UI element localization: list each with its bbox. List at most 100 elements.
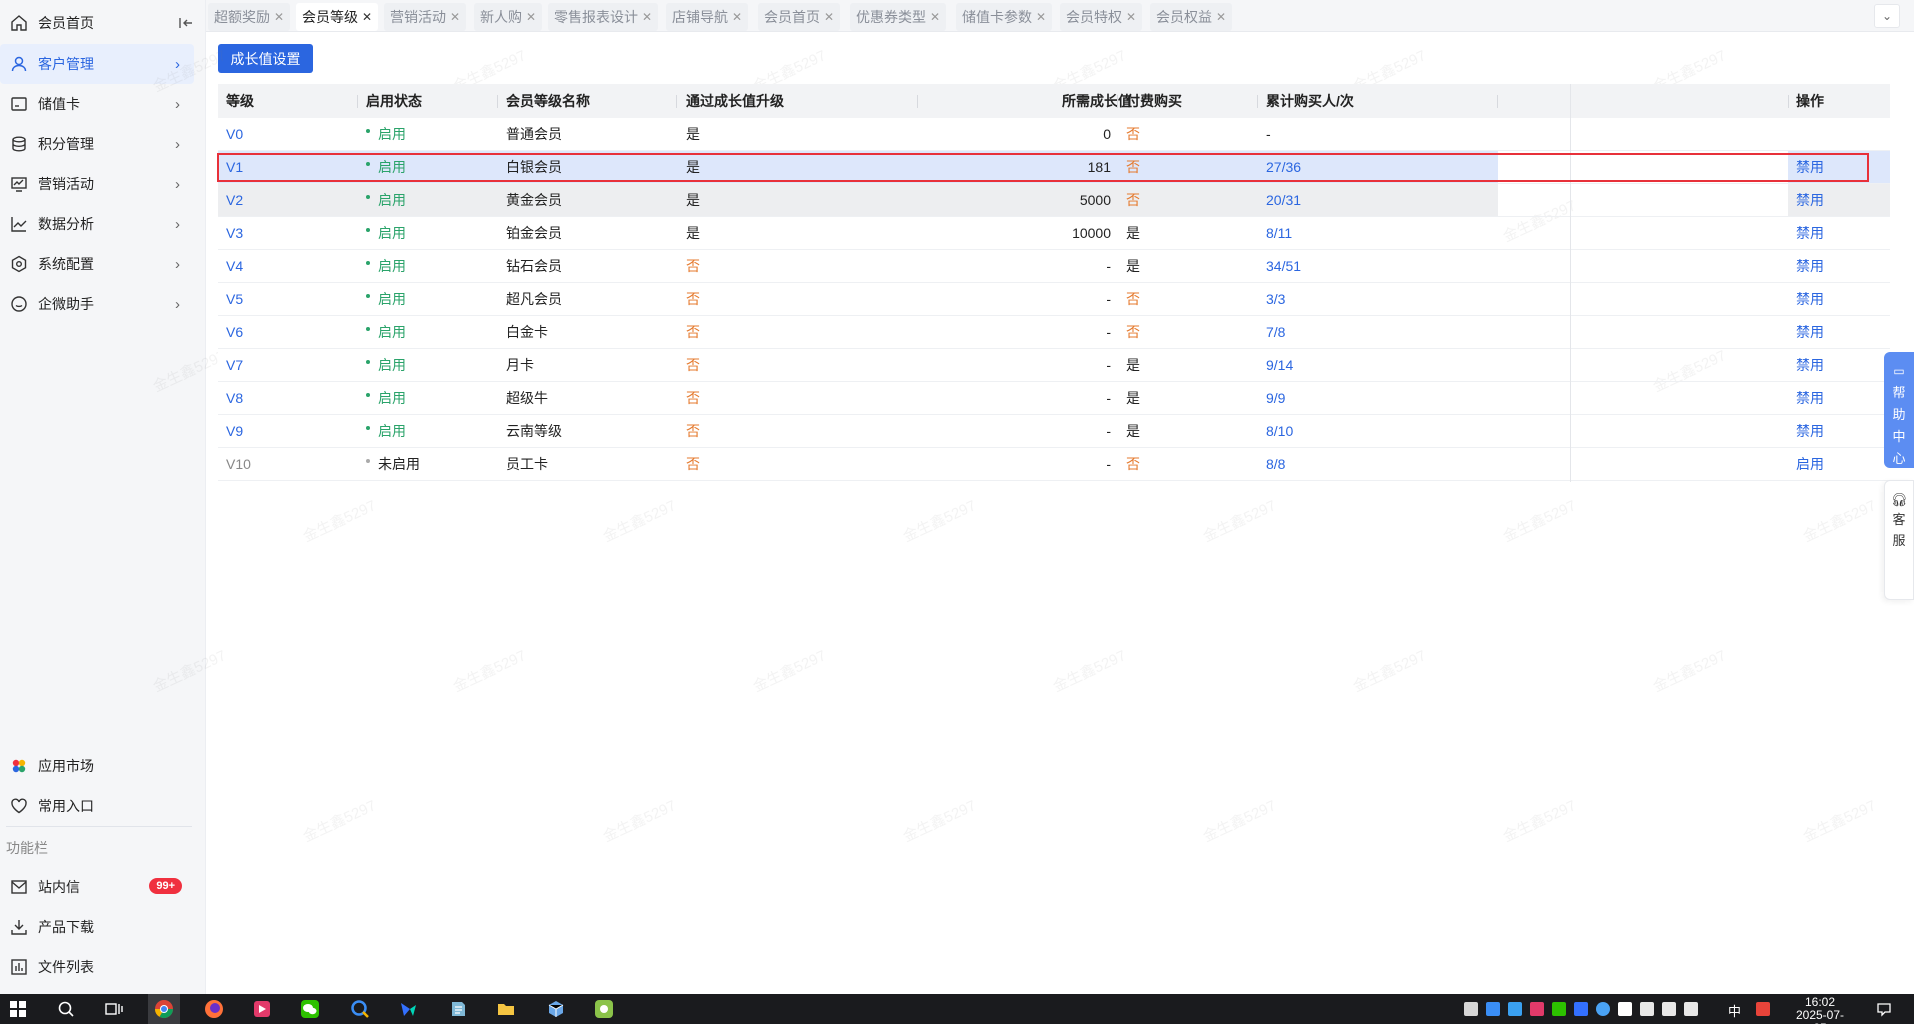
level-code[interactable]: V3 — [226, 217, 243, 249]
level-code[interactable]: V5 — [226, 283, 243, 315]
wechat-icon[interactable] — [300, 999, 320, 1019]
close-icon[interactable]: ✕ — [732, 10, 742, 24]
firefox-icon[interactable] — [204, 999, 224, 1019]
feishu-tray-icon[interactable] — [1574, 1002, 1588, 1016]
wechat-tray-icon[interactable] — [1552, 1002, 1566, 1016]
column-divider — [1257, 95, 1258, 108]
level-code[interactable]: V4 — [226, 250, 243, 282]
notification-icon[interactable] — [1874, 999, 1894, 1019]
volume-icon[interactable] — [1684, 1002, 1698, 1016]
downloads-link[interactable]: 产品下载 — [0, 907, 194, 947]
sidebar-item-data-analysis[interactable]: 数据分析 › — [0, 204, 194, 244]
disable-button[interactable]: 禁用 — [1796, 184, 1824, 216]
disable-button[interactable]: 禁用 — [1796, 151, 1824, 183]
favorites-link[interactable]: 常用入口 — [0, 786, 194, 826]
cumulative-purchases[interactable]: 7/8 — [1266, 316, 1285, 348]
disable-button[interactable]: 禁用 — [1796, 415, 1824, 447]
tab-member-rights[interactable]: 会员权益 ✕ — [1150, 3, 1233, 31]
task-view-icon[interactable] — [104, 999, 124, 1019]
tab-stored-card-params[interactable]: 储值卡参数 ✕ — [956, 3, 1053, 31]
browser-q-icon[interactable] — [350, 999, 370, 1019]
security-icon[interactable] — [1618, 1002, 1632, 1016]
sidebar-item-wecom-assistant[interactable]: 企微助手 › — [0, 284, 194, 324]
tab-member-home[interactable]: 会员首页 ✕ — [758, 3, 841, 31]
telegram-icon[interactable] — [1508, 1002, 1522, 1016]
tab-retail-report-design[interactable]: 零售报表设计 ✕ — [548, 3, 659, 31]
android-tool-icon[interactable] — [594, 999, 614, 1019]
close-icon[interactable]: ✕ — [362, 10, 372, 24]
package-icon[interactable] — [546, 999, 566, 1019]
level-code[interactable]: V6 — [226, 316, 243, 348]
disable-button[interactable]: 禁用 — [1796, 283, 1824, 315]
tab-member-level[interactable]: 会员等级 ✕ — [296, 3, 379, 31]
sidebar-item-system-config[interactable]: 系统配置 › — [0, 244, 194, 284]
cumulative-purchases[interactable]: 9/14 — [1266, 349, 1293, 381]
cumulative-purchases[interactable]: 8/11 — [1266, 217, 1292, 249]
sidebar-item-customer-management[interactable]: 客户管理 › — [0, 44, 194, 84]
disable-button[interactable]: 禁用 — [1796, 349, 1824, 381]
media-app-icon[interactable] — [252, 999, 272, 1019]
cumulative-purchases[interactable]: 27/36 — [1266, 151, 1301, 183]
chrome-icon[interactable] — [154, 999, 174, 1019]
feishu-icon[interactable] — [398, 999, 418, 1019]
network-icon[interactable] — [1640, 1002, 1654, 1016]
cumulative-purchases[interactable]: 8/8 — [1266, 448, 1285, 480]
level-code[interactable]: V7 — [226, 349, 243, 381]
level-code[interactable]: V2 — [226, 184, 243, 216]
ime-indicator[interactable]: 中 — [1728, 1001, 1741, 1020]
cumulative-purchases[interactable]: 3/3 — [1266, 283, 1285, 315]
search-icon[interactable] — [56, 999, 76, 1019]
tab-new-user-purchase[interactable]: 新人购 ✕ — [474, 3, 543, 31]
printer-icon[interactable] — [1464, 1002, 1478, 1016]
tab-coupon-type[interactable]: 优惠券类型 ✕ — [850, 3, 947, 31]
level-code[interactable]: V1 — [226, 151, 243, 183]
level-code[interactable]: V10 — [226, 448, 251, 480]
disable-button[interactable]: 禁用 — [1796, 382, 1824, 414]
cloud-icon[interactable] — [1596, 1002, 1610, 1016]
tab-label: 优惠券类型 — [856, 9, 926, 25]
tab-excess-reward[interactable]: 超额奖励 ✕ — [208, 3, 291, 31]
tab-store-nav[interactable]: 店铺导航 ✕ — [666, 3, 749, 31]
growth-settings-button[interactable]: 成长值设置 — [218, 44, 313, 73]
sidebar-item-member-home[interactable]: 会员首页 — [0, 3, 194, 43]
level-code[interactable]: V0 — [226, 118, 243, 150]
close-icon[interactable]: ✕ — [930, 10, 940, 24]
close-icon[interactable]: ✕ — [274, 10, 284, 24]
sogou-ime-icon[interactable] — [1756, 1002, 1770, 1016]
file-list-link[interactable]: 文件列表 — [0, 947, 194, 987]
sidebar-item-stored-value-card[interactable]: 储值卡 › — [0, 84, 194, 124]
cumulative-purchases[interactable]: 20/31 — [1266, 184, 1301, 216]
level-code[interactable]: V8 — [226, 382, 243, 414]
tab-member-privilege[interactable]: 会员特权 ✕ — [1060, 3, 1143, 31]
level-code[interactable]: V9 — [226, 415, 243, 447]
windows-start-icon[interactable] — [8, 999, 28, 1019]
inbox-link[interactable]: 站内信 99+ — [0, 867, 194, 907]
display-icon[interactable] — [1662, 1002, 1676, 1016]
sidebar-item-marketing[interactable]: 营销活动 › — [0, 164, 194, 204]
cumulative-purchases[interactable]: 9/9 — [1266, 382, 1285, 414]
tab-marketing[interactable]: 营销活动 ✕ — [384, 3, 467, 31]
help-center-button[interactable]: ▭ 帮 助 中 心 — [1884, 352, 1914, 468]
disable-button[interactable]: 禁用 — [1796, 217, 1824, 249]
disable-button[interactable]: 禁用 — [1796, 316, 1824, 348]
disable-button[interactable]: 禁用 — [1796, 250, 1824, 282]
enable-button[interactable]: 启用 — [1796, 448, 1824, 480]
close-icon[interactable]: ✕ — [1036, 10, 1046, 24]
close-icon[interactable]: ✕ — [526, 10, 536, 24]
cumulative-purchases[interactable]: 8/10 — [1266, 415, 1293, 447]
notepad-icon[interactable] — [448, 999, 468, 1019]
tabs-dropdown-button[interactable]: ⌄ — [1874, 4, 1900, 28]
customer-service-button[interactable]: 🎧︎ 客 服 — [1884, 480, 1914, 600]
close-icon[interactable]: ✕ — [1216, 10, 1226, 24]
close-icon[interactable]: ✕ — [450, 10, 460, 24]
close-icon[interactable]: ✕ — [642, 10, 652, 24]
browser-q-tray-icon[interactable] — [1486, 1002, 1500, 1016]
media-tray-icon[interactable] — [1530, 1002, 1544, 1016]
system-clock[interactable]: 16:02 2025-07-25 — [1790, 996, 1850, 1024]
sidebar-item-points[interactable]: 积分管理 › — [0, 124, 194, 164]
close-icon[interactable]: ✕ — [824, 10, 834, 24]
folder-icon[interactable] — [496, 999, 516, 1019]
app-market-link[interactable]: 应用市场 — [0, 746, 194, 786]
close-icon[interactable]: ✕ — [1126, 10, 1136, 24]
cumulative-purchases[interactable]: 34/51 — [1266, 250, 1301, 282]
